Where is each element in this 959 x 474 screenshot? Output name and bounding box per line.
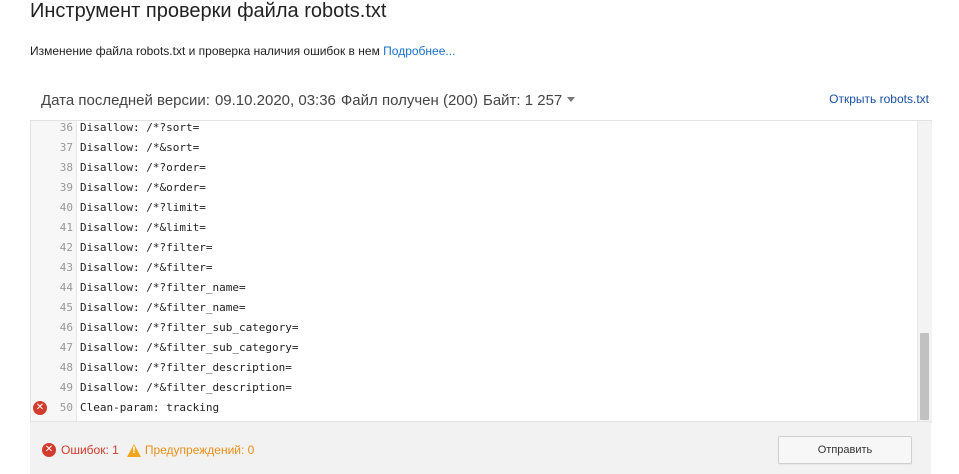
line-number: 44 (59, 281, 73, 294)
validation-status: ✕ Ошибок: 1 ! Предупреждений: 0 (42, 443, 254, 457)
line-number: 36 (59, 121, 73, 134)
code-line[interactable]: 36 Disallow: /*?sort= (31, 121, 916, 138)
line-text[interactable]: Disallow: /*&sort= (80, 138, 199, 158)
line-number: 47 (59, 341, 73, 354)
caret-down-icon[interactable] (567, 97, 576, 102)
error-circle-icon: ✕ (42, 443, 56, 457)
warning-count: Предупреждений: 0 (144, 443, 255, 457)
editor-footer: ✕ Ошибок: 1 ! Предупреждений: 0 Отправит… (30, 421, 931, 474)
line-text[interactable]: Disallow: /*&filter_name= (80, 298, 246, 318)
line-number: 37 (59, 141, 73, 154)
code-line[interactable]: 45 Disallow: /*&filter_name= (31, 298, 916, 318)
line-text[interactable]: Disallow: /*?order= (80, 158, 206, 178)
version-selector[interactable]: Дата последней версии: 09.10.2020, 03:36… (41, 92, 576, 109)
line-text[interactable]: Disallow: /*?filter= (80, 238, 212, 258)
page-title: Инструмент проверки файла robots.txt (30, 0, 387, 22)
line-text[interactable]: Disallow: /*&order= (80, 178, 206, 198)
file-size: Байт: 1 257 (482, 92, 563, 109)
line-number: 50 (59, 401, 73, 414)
more-link[interactable]: Подробнее... (383, 44, 455, 58)
line-number: 41 (59, 221, 73, 234)
fetch-status: Файл получен (200) (340, 92, 478, 109)
editor-scrollbar[interactable] (917, 121, 932, 422)
line-number: 40 (59, 201, 73, 214)
line-text[interactable]: Clean-param: tracking (80, 398, 219, 418)
code-line[interactable]: 43 Disallow: /*&filter= (31, 258, 916, 278)
code-line[interactable]: 37 Disallow: /*&sort= (31, 138, 916, 158)
line-number: 42 (59, 241, 73, 254)
line-text[interactable]: Disallow: /*?limit= (80, 198, 206, 218)
code-line[interactable]: 44 Disallow: /*?filter_name= (31, 278, 916, 298)
scrollbar-thumb[interactable] (920, 333, 929, 420)
line-number: 45 (59, 301, 73, 314)
warning-triangle-icon: ! (126, 443, 141, 457)
code-line[interactable]: 49 Disallow: /*&filter_description= (31, 378, 916, 398)
code-line[interactable]: 47 Disallow: /*&filter_sub_category= (31, 338, 916, 358)
submit-button[interactable]: Отправить (778, 436, 912, 464)
line-text[interactable]: Disallow: /*&filter_description= (80, 378, 292, 398)
line-number: 38 (59, 161, 73, 174)
line-number: 43 (59, 261, 73, 274)
line-text[interactable]: Disallow: /*?sort= (80, 121, 199, 138)
line-text[interactable]: Disallow: /*&limit= (80, 218, 206, 238)
line-text[interactable]: Disallow: /*?filter_name= (80, 278, 246, 298)
line-number: 46 (59, 321, 73, 334)
code-line[interactable]: 42 Disallow: /*?filter= (31, 238, 916, 258)
line-text[interactable]: Disallow: /*?filter_sub_category= (80, 318, 299, 338)
code-editor[interactable]: 36 Disallow: /*?sort= 37 Disallow: /*&sort=… (30, 120, 932, 423)
line-text[interactable]: Disallow: /*&filter= (80, 258, 212, 278)
line-text[interactable]: Disallow: /*&filter_sub_category= (80, 338, 299, 358)
code-line[interactable]: 38 Disallow: /*?order= (31, 158, 916, 178)
code-line[interactable]: 39 Disallow: /*&order= (31, 178, 916, 198)
version-date: 09.10.2020, 03:36 (214, 92, 336, 109)
page-description: Изменение файла robots.txt и проверка на… (30, 44, 455, 58)
code-line[interactable]: 46 Disallow: /*?filter_sub_category= (31, 318, 916, 338)
open-robots-link[interactable]: Открыть robots.txt (829, 92, 929, 106)
error-count: Ошибок: 1 (61, 443, 119, 457)
code-line[interactable]: 40 Disallow: /*?limit= (31, 198, 916, 218)
line-number: 48 (59, 361, 73, 374)
code-line[interactable]: 41 Disallow: /*&limit= (31, 218, 916, 238)
code-line[interactable]: ✕ 50 Clean-param: tracking (31, 398, 916, 418)
line-text[interactable]: Disallow: /*?filter_description= (80, 358, 292, 378)
line-number: 49 (59, 381, 73, 394)
code-line[interactable]: 48 Disallow: /*?filter_description= (31, 358, 916, 378)
line-number: 39 (59, 181, 73, 194)
version-label: Дата последней версии: (41, 92, 210, 109)
description-text: Изменение файла robots.txt и проверка на… (30, 44, 380, 58)
